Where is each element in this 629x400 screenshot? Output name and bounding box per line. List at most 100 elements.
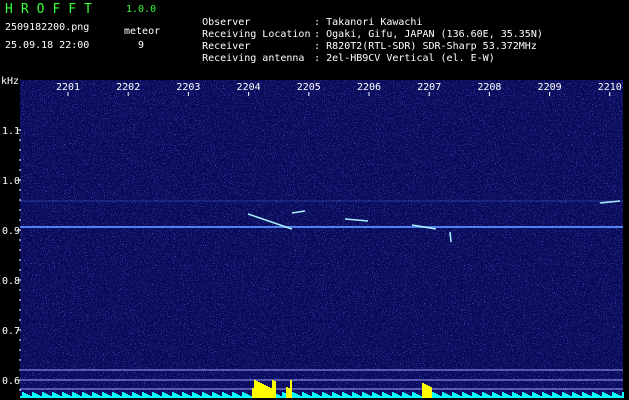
freq-tick-label: 0.7 [2, 326, 20, 337]
time-tick-label: 2210 [598, 82, 622, 93]
activity-bar [438, 395, 440, 398]
activity-bar [460, 396, 462, 398]
activity-bar [74, 393, 76, 398]
activity-bar [118, 395, 120, 398]
activity-bar [286, 387, 288, 398]
unit-label: kHz [1, 76, 19, 87]
activity-bar [606, 394, 608, 398]
activity-bar [396, 394, 398, 398]
activity-bar [600, 396, 602, 398]
activity-bar [318, 395, 320, 398]
activity-bar [108, 395, 110, 398]
activity-bar [152, 392, 154, 398]
activity-bar [340, 396, 342, 398]
activity-bar [78, 395, 80, 398]
activity-bar [210, 396, 212, 398]
activity-bar [494, 393, 496, 398]
activity-bar [366, 394, 368, 398]
activity-bar [66, 394, 68, 398]
activity-bar [354, 393, 356, 398]
activity-bar [308, 395, 310, 398]
activity-bar [174, 393, 176, 398]
activity-bar [532, 392, 534, 398]
activity-bar [26, 394, 28, 398]
activity-bar [156, 394, 158, 398]
activity-bar [232, 392, 234, 398]
activity-bar [364, 393, 366, 398]
activity-bar [248, 395, 250, 398]
activity-bar [24, 393, 26, 398]
time-tick-label: 2201 [56, 82, 80, 93]
activity-bar [608, 395, 610, 398]
activity-bar [300, 396, 302, 398]
activity-bar [414, 393, 416, 398]
activity-bar [90, 396, 92, 398]
activity-bar [208, 395, 210, 398]
activity-bar [200, 396, 202, 398]
activity-bar [376, 394, 378, 398]
activity-bar [540, 396, 542, 398]
activity-bar [456, 394, 458, 398]
activity-bar [348, 395, 350, 398]
activity-bar [72, 392, 74, 398]
activity-bar [218, 395, 220, 398]
activity-bar [564, 393, 566, 398]
activity-bar [548, 395, 550, 398]
activity-bar [332, 392, 334, 398]
activity-bar [162, 392, 164, 398]
activity-bar [230, 396, 232, 398]
time-tick-label: 2204 [237, 82, 261, 93]
activity-bar [188, 395, 190, 398]
activity-bar [100, 396, 102, 398]
activity-bar [418, 395, 420, 398]
activity-bar [310, 396, 312, 398]
activity-bar [122, 392, 124, 398]
time-tick-label: 2207 [417, 82, 441, 93]
activity-bar [186, 394, 188, 398]
activity-bar [428, 386, 430, 398]
activity-bar [158, 395, 160, 398]
activity-bar [206, 394, 208, 398]
activity-bar [182, 392, 184, 398]
activity-bar [496, 394, 498, 398]
time-tick-label: 2202 [116, 82, 140, 93]
activity-bar [400, 396, 402, 398]
activity-bar [296, 394, 298, 398]
time-tick-label: 2203 [176, 82, 200, 93]
activity-bar [270, 388, 272, 398]
activity-bar [554, 393, 556, 398]
activity-bar [522, 392, 524, 398]
activity-bar [590, 396, 592, 398]
activity-bar [244, 393, 246, 398]
activity-bar [250, 396, 252, 398]
activity-bar [524, 393, 526, 398]
activity-bar [426, 385, 428, 398]
activity-bar [360, 396, 362, 398]
activity-bar [198, 395, 200, 398]
activity-bar [288, 388, 290, 398]
activity-bar [262, 384, 264, 398]
activity-bar [434, 393, 436, 398]
activity-bar [572, 392, 574, 398]
activity-bar [350, 396, 352, 398]
activity-bar [374, 393, 376, 398]
axis-group: kHz [1, 76, 19, 87]
activity-bar [388, 395, 390, 398]
activity-bar [518, 395, 520, 398]
activity-bar [404, 393, 406, 398]
activity-bar [234, 393, 236, 398]
activity-bar [618, 395, 620, 398]
activity-bar [582, 392, 584, 398]
activity-bar [222, 392, 224, 398]
activity-bar [36, 394, 38, 398]
activity-bar [294, 393, 296, 398]
activity-bar [410, 396, 412, 398]
activity-bar [546, 394, 548, 398]
activity-bar [330, 396, 332, 398]
activity-bar [164, 393, 166, 398]
activity-bar [338, 395, 340, 398]
activity-bar [542, 392, 544, 398]
activity-bar [30, 396, 32, 398]
activity-bar [226, 394, 228, 398]
activity-bar [508, 395, 510, 398]
